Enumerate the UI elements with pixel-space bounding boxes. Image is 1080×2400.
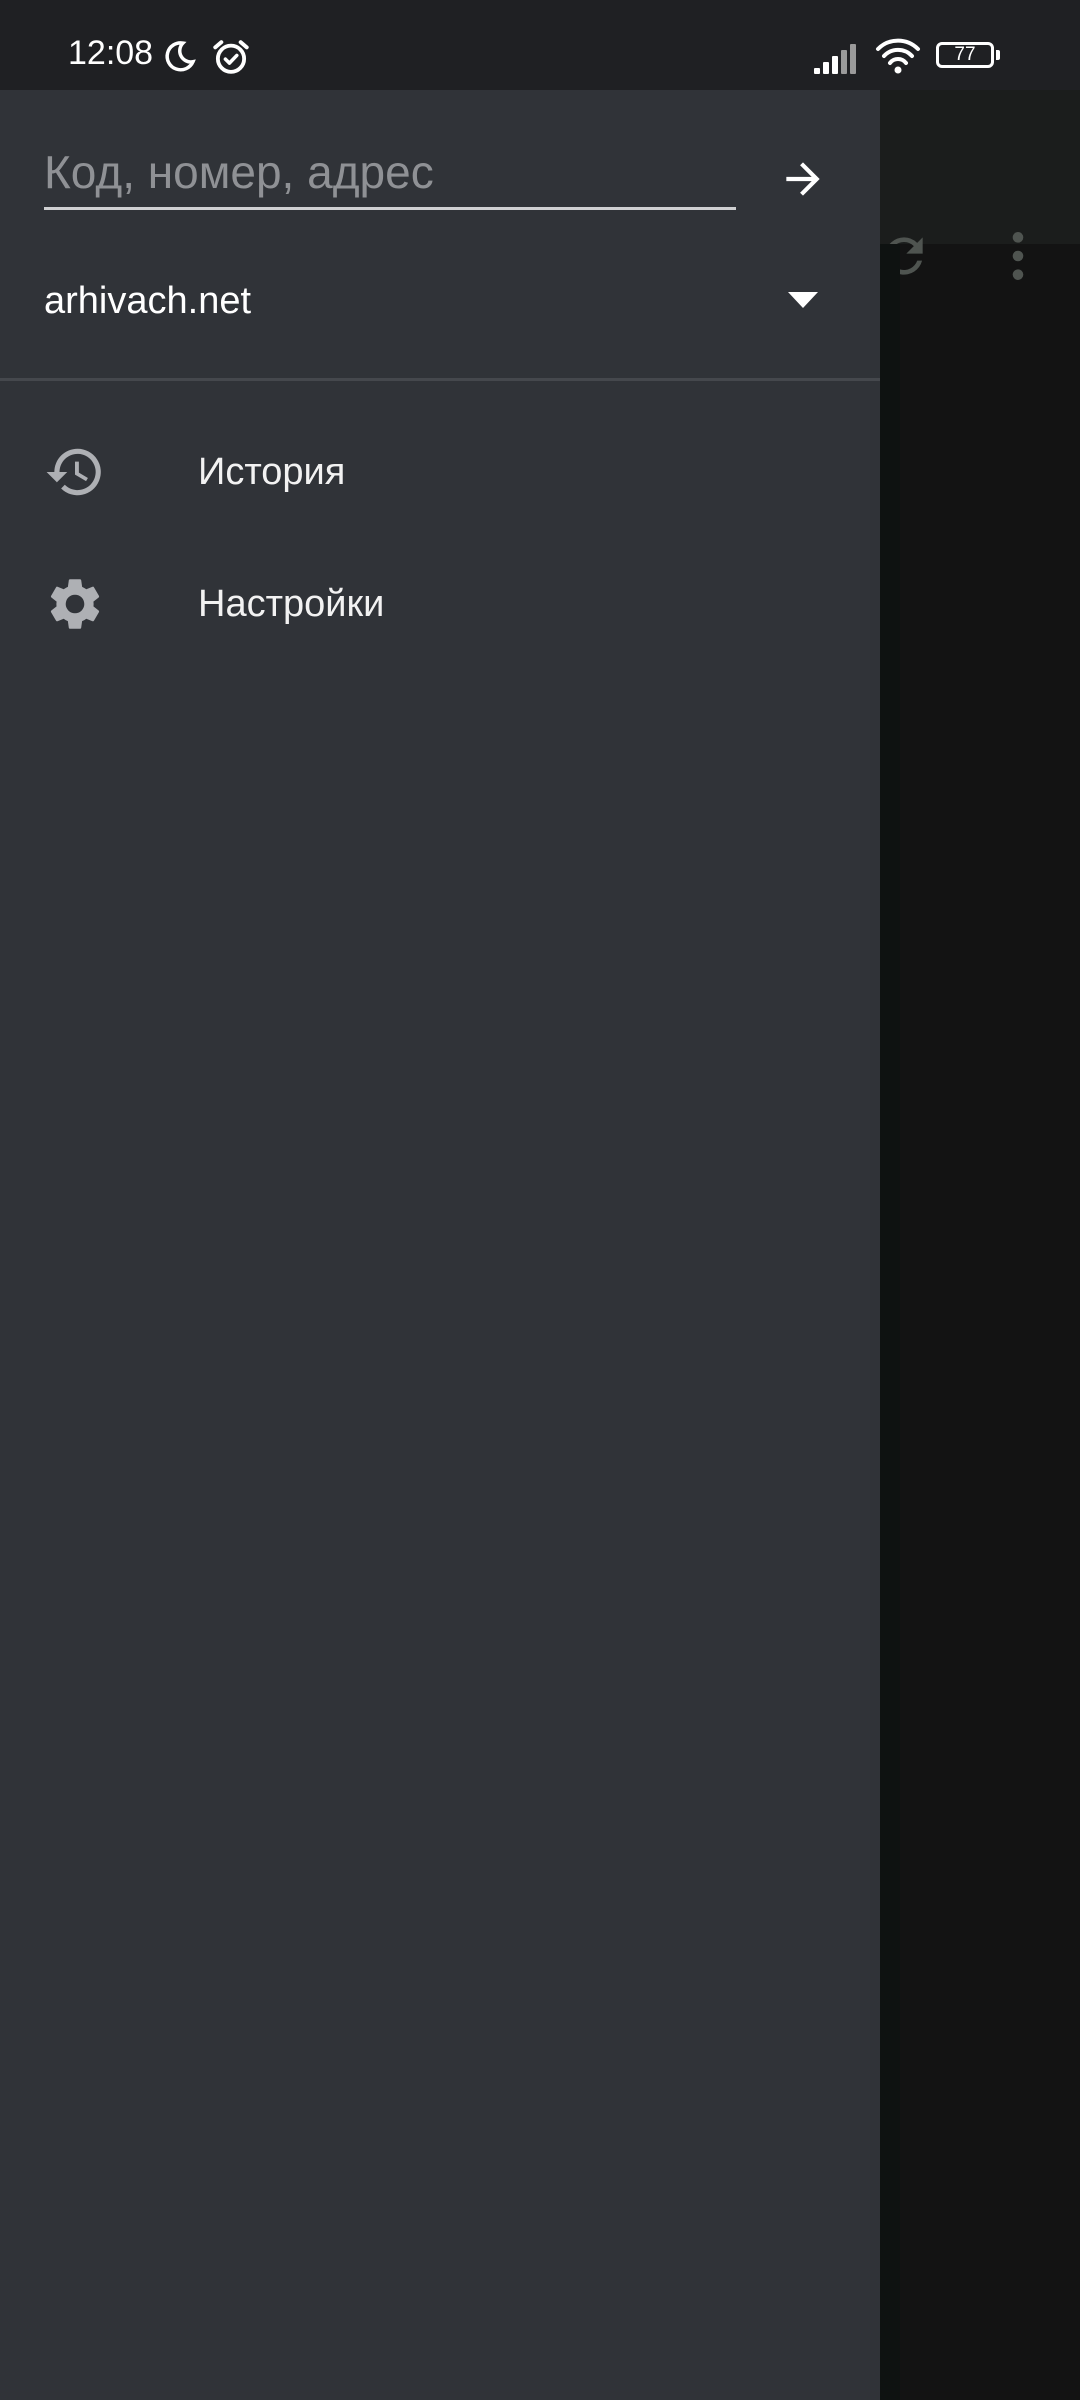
gear-icon (50, 579, 100, 629)
battery-tip (996, 50, 1000, 60)
moon-icon (165, 41, 196, 72)
battery-icon: 77 (936, 42, 1002, 72)
arrow-right-icon (786, 162, 820, 196)
menu-item-label: Настройки (198, 583, 385, 625)
history-icon (46, 448, 101, 496)
dropdown-arrow-icon (788, 292, 818, 308)
wifi-icon (876, 38, 920, 74)
background-edge (880, 244, 900, 2400)
site-selector-value: arhivach.net (44, 280, 252, 322)
status-bar: 12:08 77 (0, 0, 1080, 90)
status-time: 12:08 (68, 34, 154, 72)
menu-item-label: История (198, 451, 346, 493)
menu-item-settings[interactable]: Настройки (0, 537, 880, 667)
search-input[interactable] (44, 136, 736, 210)
screen: 12:08 77 Код, номер, адрес arhivach.net … (0, 0, 1080, 2400)
signal-icon (814, 44, 856, 74)
battery-level: 77 (936, 42, 994, 68)
go-button[interactable] (770, 146, 836, 212)
more-vert-icon (1012, 232, 1024, 280)
alarm-icon (213, 40, 249, 74)
drawer-divider (0, 378, 880, 381)
site-selector[interactable]: arhivach.net (44, 266, 836, 336)
navigation-drawer: arhivach.net История Настройки (0, 90, 880, 2400)
menu-item-history[interactable]: История (0, 405, 880, 535)
